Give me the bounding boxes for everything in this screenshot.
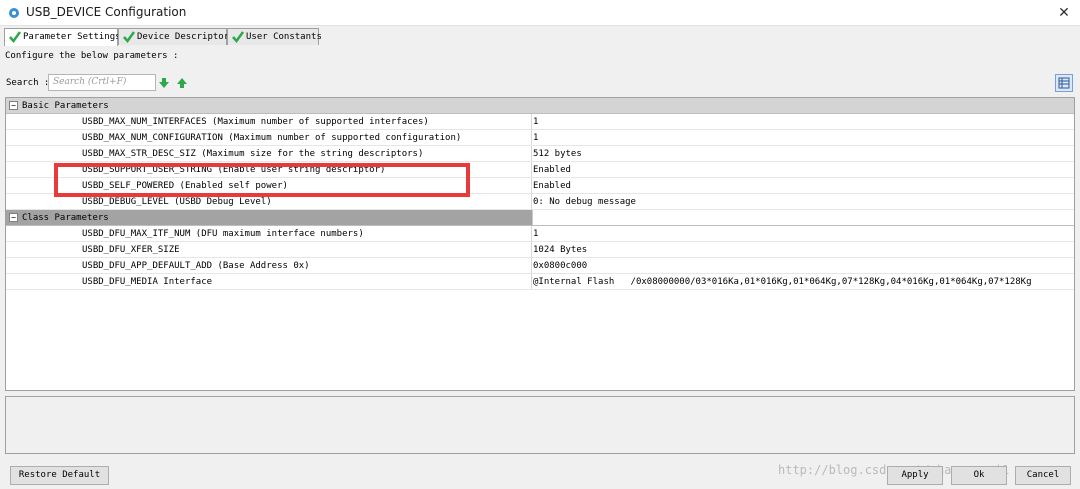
check-icon <box>232 31 245 44</box>
close-icon[interactable]: ✕ <box>1054 3 1074 23</box>
param-name: USBD_DEBUG_LEVEL (USBD Debug Level) <box>82 197 272 207</box>
column-divider <box>531 114 532 129</box>
search-input[interactable]: Search (Crtl+F) <box>48 74 156 91</box>
list-view-icon <box>1058 77 1070 89</box>
arrow-down-icon[interactable] <box>158 77 170 89</box>
param-name: USBD_DFU_MAX_ITF_NUM (DFU maximum interf… <box>82 229 364 239</box>
view-toggle-button[interactable] <box>1055 74 1073 92</box>
param-name: USBD_MAX_NUM_CONFIGURATION (Maximum numb… <box>82 133 462 143</box>
check-icon <box>123 31 136 44</box>
restore-default-button[interactable]: Restore Default <box>10 466 109 485</box>
collapse-icon[interactable]: − <box>9 101 18 110</box>
group-label: Class Parameters <box>22 213 109 223</box>
column-divider <box>531 226 532 241</box>
param-name: USBD_DFU_XFER_SIZE <box>82 245 180 255</box>
column-divider <box>531 146 532 161</box>
param-name: USBD_DFU_MEDIA Interface <box>82 277 213 287</box>
window-title: USB_DEVICE Configuration <box>26 5 187 19</box>
search-label: Search : <box>6 78 50 88</box>
column-divider <box>531 162 532 177</box>
table-row[interactable]: USBD_MAX_STR_DESC_SIZ (Maximum size for … <box>6 146 1074 162</box>
param-value[interactable]: 512 bytes <box>533 149 582 159</box>
tab-parameter-settings[interactable]: Parameter Settings <box>4 28 121 46</box>
table-row[interactable]: USBD_MAX_NUM_CONFIGURATION (Maximum numb… <box>6 130 1074 146</box>
ok-button[interactable]: Ok <box>951 466 1007 485</box>
param-name: USBD_MAX_NUM_INTERFACES (Maximum number … <box>82 117 429 127</box>
tab-label: User Constants <box>246 32 322 42</box>
group-label: Basic Parameters <box>22 101 109 111</box>
param-value[interactable]: 1024 Bytes <box>533 245 587 255</box>
param-value[interactable]: 1 <box>533 229 538 239</box>
column-divider <box>531 194 532 209</box>
tab-device-descriptor[interactable]: Device Descriptor <box>118 28 230 45</box>
highlight-annotation-box <box>54 163 470 197</box>
param-value[interactable]: 1 <box>533 117 538 127</box>
group-class-parameters[interactable]: − Class Parameters <box>6 210 1074 226</box>
group-basic-parameters[interactable]: − Basic Parameters <box>6 98 1074 114</box>
param-value[interactable]: Enabled <box>533 165 571 175</box>
group-value-cell <box>532 210 1074 225</box>
table-row[interactable]: USBD_DFU_XFER_SIZE 1024 Bytes <box>6 242 1074 258</box>
tab-user-constants[interactable]: User Constants <box>227 28 322 45</box>
search-bar: Search : Search (Crtl+F) <box>5 73 1075 95</box>
apply-button[interactable]: Apply <box>887 466 943 485</box>
cancel-button[interactable]: Cancel <box>1015 466 1071 485</box>
column-divider <box>531 130 532 145</box>
app-gear-icon <box>9 8 19 18</box>
param-value[interactable]: 1 <box>533 133 538 143</box>
column-divider <box>531 242 532 257</box>
param-name: USBD_MAX_STR_DESC_SIZ (Maximum size for … <box>82 149 424 159</box>
param-name: USBD_DFU_APP_DEFAULT_ADD (Base Address 0… <box>82 261 310 271</box>
arrow-up-icon[interactable] <box>176 77 188 89</box>
collapse-icon[interactable]: − <box>9 213 18 222</box>
param-value[interactable]: 0: No debug message <box>533 197 636 207</box>
column-divider <box>531 274 532 289</box>
param-value[interactable]: @Internal Flash /0x08000000/03*016Ka,01*… <box>533 277 1032 287</box>
table-row[interactable]: USBD_DFU_MEDIA Interface @Internal Flash… <box>6 274 1074 290</box>
column-divider <box>531 258 532 273</box>
title-bar: USB_DEVICE Configuration ✕ <box>0 0 1080 26</box>
page-subtitle: Configure the below parameters : <box>5 51 179 61</box>
param-value[interactable]: Enabled <box>533 181 571 191</box>
tab-label: Device Descriptor <box>137 32 230 42</box>
tab-label: Parameter Settings <box>23 32 121 42</box>
parameter-grid: − Basic Parameters USBD_MAX_NUM_INTERFAC… <box>5 97 1075 391</box>
table-row[interactable]: USBD_DFU_MAX_ITF_NUM (DFU maximum interf… <box>6 226 1074 242</box>
table-row[interactable]: USBD_MAX_NUM_INTERFACES (Maximum number … <box>6 114 1074 130</box>
check-icon <box>9 31 22 44</box>
description-panel <box>5 396 1075 454</box>
table-row[interactable]: USBD_DFU_APP_DEFAULT_ADD (Base Address 0… <box>6 258 1074 274</box>
param-value[interactable]: 0x0800c000 <box>533 261 587 271</box>
column-divider <box>531 178 532 193</box>
